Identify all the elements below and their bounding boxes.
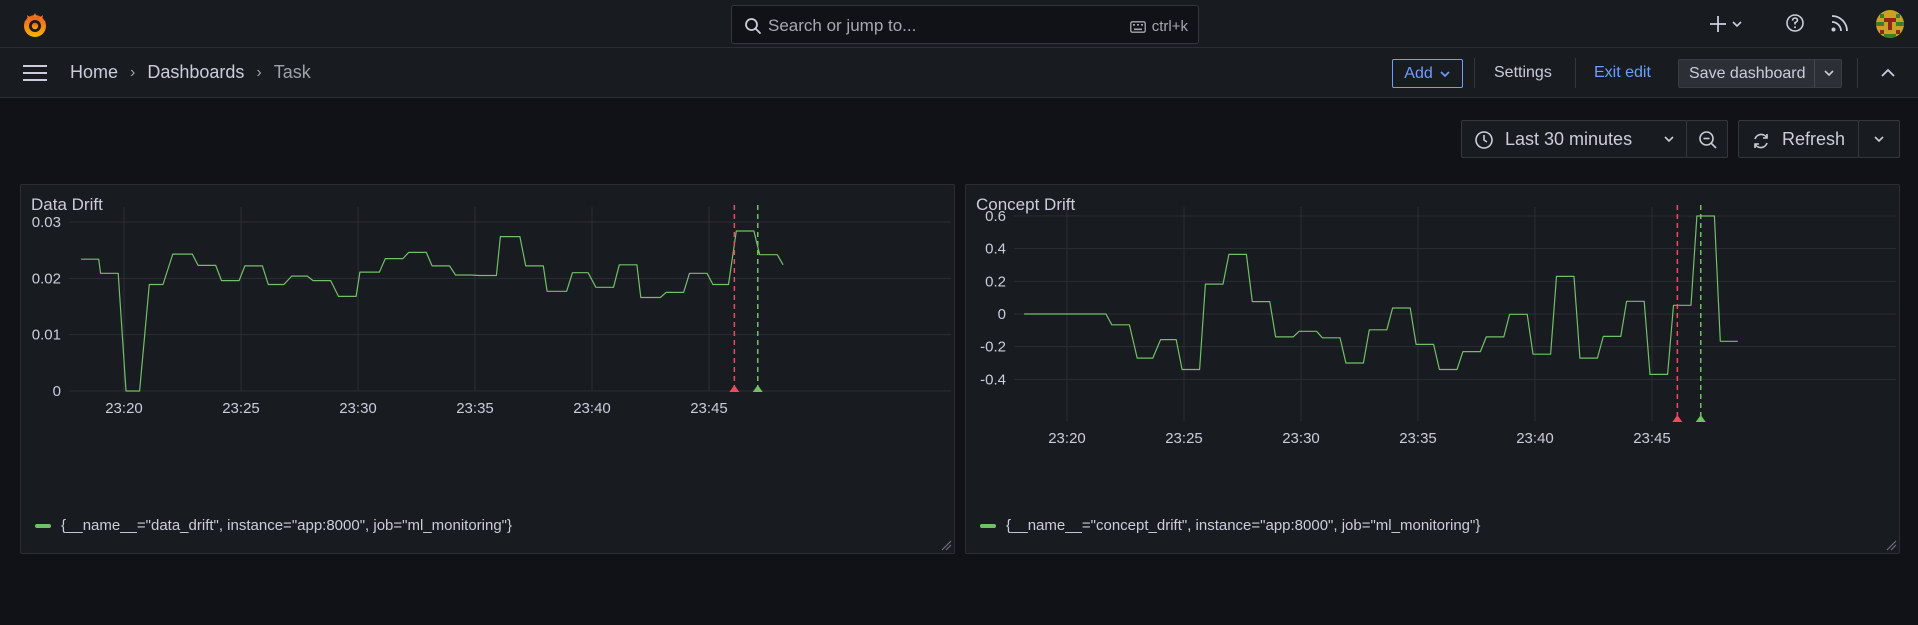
y-tick-label: -0.4 [980, 371, 1006, 388]
new-menu-button[interactable] [1710, 12, 1746, 41]
x-tick-label: 23:25 [222, 400, 260, 417]
toolbar-divider [1474, 58, 1475, 88]
y-tick-label: 0.02 [32, 270, 61, 287]
breadcrumb-separator-icon: › [256, 63, 262, 81]
search-placeholder: Search or jump to... [768, 16, 917, 35]
resize-handle-icon[interactable] [1885, 539, 1897, 551]
x-tick-label: 23:25 [1165, 430, 1203, 447]
resize-handle-icon[interactable] [940, 539, 952, 551]
refresh-label: Refresh [1782, 129, 1846, 149]
x-tick-label: 23:45 [1633, 430, 1671, 447]
zoom-out-icon [1699, 131, 1717, 149]
shortcut-hint: ctrl+k [1129, 18, 1188, 35]
x-tick-label: 23:35 [456, 400, 494, 417]
legend-swatch [35, 523, 51, 528]
legend-swatch [980, 523, 996, 528]
data-drift-panel[interactable]: Data Drift 0 0.01 0.02 0.03 23:20 23:25 23:30 2… [20, 184, 955, 554]
chevron-down-icon [1664, 136, 1674, 143]
shortcut-label: ctrl+k [1151, 18, 1188, 35]
user-avatar-icon [1876, 10, 1904, 38]
concept-drift-chart: -0.4 -0.2 0 0.2 0.4 0.6 23:20 23:25 23:30 23:35 23… [980, 205, 1896, 447]
chart-legend[interactable]: {__name__="data_drift", instance="app:80… [35, 517, 512, 534]
button-divider [1814, 60, 1815, 87]
clock-icon [1475, 131, 1493, 149]
x-tick-label: 23:20 [1048, 430, 1086, 447]
avatar[interactable] [1876, 10, 1904, 38]
x-tick-label: 23:40 [573, 400, 611, 417]
time-range-label: Last 30 minutes [1505, 129, 1633, 149]
toolbar-divider [1857, 58, 1858, 88]
annotation-marker [752, 385, 763, 392]
breadcrumb-dashboards[interactable]: Dashboards [147, 62, 244, 83]
exit-edit-button[interactable]: Exit edit [1594, 64, 1651, 82]
nav-bar: Home › Dashboards › Task Add Settings Ex… [0, 48, 1918, 98]
chevron-up-icon [1881, 68, 1895, 77]
chart-legend[interactable]: {__name__="concept_drift", instance="app… [980, 517, 1480, 534]
annotation-marker [729, 385, 740, 392]
time-range-picker[interactable]: Last 30 minutes [1461, 120, 1687, 158]
annotation-marker [1695, 415, 1706, 422]
search-bar[interactable]: Search or jump to... ctrl+k [731, 5, 1199, 44]
x-tick-label: 23:30 [339, 400, 377, 417]
grafana-logo-icon[interactable] [20, 10, 50, 40]
x-tick-label: 23:30 [1282, 430, 1320, 447]
y-tick-label: 0.4 [985, 241, 1006, 258]
data-drift-chart: 0 0.01 0.02 0.03 23:20 23:25 23:30 23:35 23:40 23… [32, 205, 951, 417]
chevron-down-icon [1874, 136, 1884, 143]
y-tick-label: 0.01 [32, 327, 61, 344]
series-line [81, 230, 784, 392]
refresh-button[interactable]: Refresh [1738, 120, 1859, 158]
chevron-down-icon [1440, 70, 1450, 77]
legend-label: {__name__="data_drift", instance="app:80… [61, 517, 513, 534]
x-tick-label: 23:20 [105, 400, 143, 417]
zoom-out-button[interactable] [1686, 120, 1728, 158]
plus-icon [1710, 16, 1742, 32]
breadcrumb-separator-icon: › [130, 63, 136, 81]
settings-button[interactable]: Settings [1494, 64, 1552, 82]
search-icon [745, 18, 761, 34]
breadcrumb-current: Task [273, 62, 311, 82]
breadcrumb: Home › Dashboards › Task [70, 62, 311, 83]
x-tick-label: 23:45 [690, 400, 728, 417]
y-tick-label: 0 [53, 383, 61, 400]
help-icon [1786, 14, 1804, 32]
series-line [1024, 215, 1738, 375]
menu-toggle-button[interactable] [22, 63, 48, 88]
y-tick-label: 0.03 [32, 214, 61, 231]
hamburger-icon [23, 65, 47, 81]
news-button[interactable] [1829, 12, 1851, 39]
add-button[interactable]: Add [1392, 59, 1463, 88]
y-tick-label: 0 [998, 306, 1006, 323]
annotation-marker [1672, 415, 1683, 422]
news-icon [1831, 15, 1848, 32]
refresh-interval-button[interactable] [1858, 120, 1900, 158]
x-tick-label: 23:40 [1516, 430, 1554, 447]
toolbar-divider [1575, 58, 1576, 88]
breadcrumb-home[interactable]: Home [70, 62, 118, 83]
x-tick-label: 23:35 [1399, 430, 1437, 447]
concept-drift-panel[interactable]: Concept Drift -0.4 -0.2 0 0.2 0.4 0.6 23:20 23:… [965, 184, 1900, 554]
add-button-label: Add [1404, 64, 1433, 82]
chevron-down-icon[interactable] [1822, 63, 1836, 83]
save-dashboard-label: Save dashboard [1689, 65, 1806, 82]
help-button[interactable] [1784, 12, 1806, 39]
y-tick-label: 0.6 [985, 208, 1006, 225]
refresh-icon [1754, 133, 1768, 149]
save-dashboard-button[interactable]: Save dashboard [1678, 59, 1842, 88]
top-bar: Search or jump to... ctrl+k [0, 0, 1918, 48]
y-tick-label: -0.2 [980, 339, 1006, 356]
collapse-toolbar-button[interactable] [1878, 63, 1898, 88]
y-tick-label: 0.2 [985, 273, 1006, 290]
keyboard-icon [1129, 20, 1146, 33]
legend-label: {__name__="concept_drift", instance="app… [1006, 517, 1481, 534]
